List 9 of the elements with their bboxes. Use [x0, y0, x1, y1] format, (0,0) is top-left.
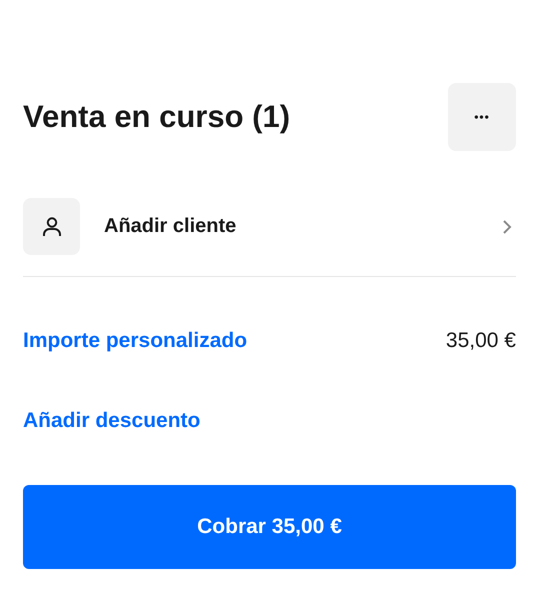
chevron-right-icon[interactable] — [502, 218, 512, 234]
page-title: Venta en curso (1) — [23, 99, 290, 135]
add-customer-link[interactable]: Añadir cliente — [104, 215, 502, 238]
action-link[interactable]: Añadir descuento — [23, 409, 200, 433]
amount-text: 35,00 € — [446, 329, 516, 353]
charge-button[interactable]: Cobrar 35,00 € — [23, 485, 516, 569]
action-link[interactable]: Importe personalizado — [23, 329, 248, 353]
person-icon — [23, 198, 80, 255]
more-button[interactable]: ••• — [448, 83, 516, 151]
